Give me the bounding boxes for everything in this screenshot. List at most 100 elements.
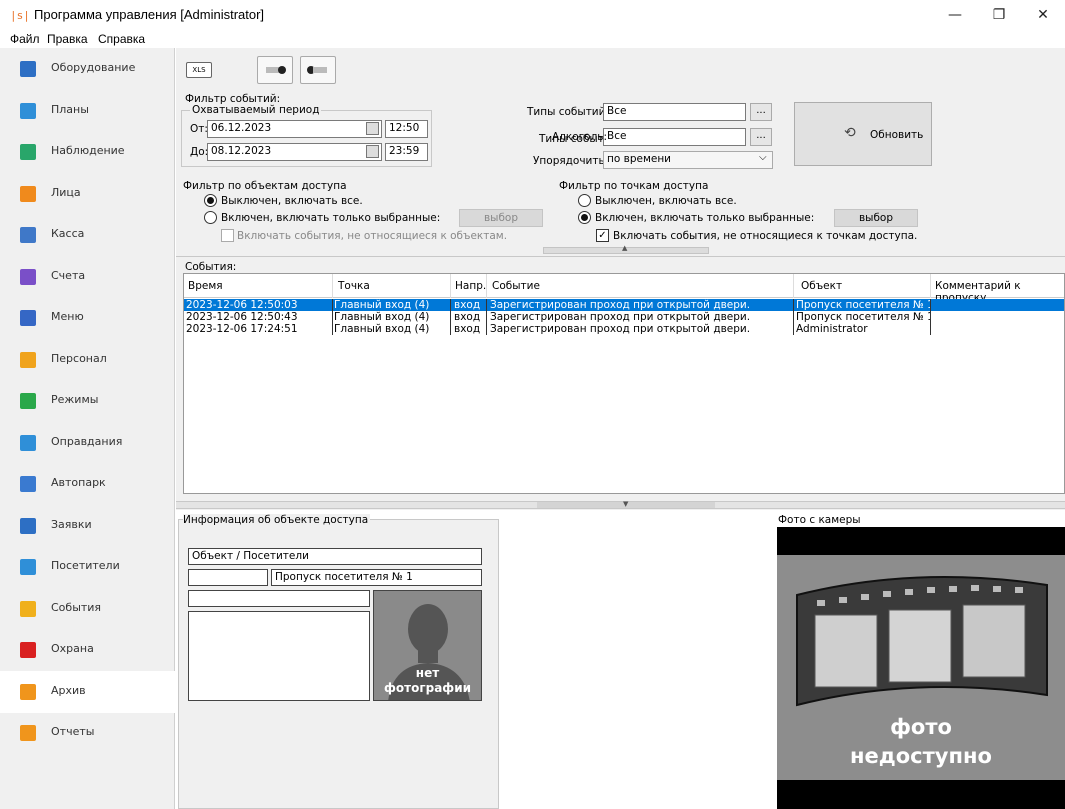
sidebar-item-15[interactable]: Архив <box>0 670 175 713</box>
visitors-icon <box>20 559 36 575</box>
sidebar-item-label: Режимы <box>51 393 99 406</box>
restore-button[interactable]: ❐ <box>977 0 1021 32</box>
sidebar: Оборудование Планы Наблюдение Лица Касса Счет… <box>0 48 175 809</box>
sidebar-item-2[interactable]: Наблюдение <box>0 131 175 173</box>
to-calendar-icon[interactable] <box>366 145 379 158</box>
sidebar-item-8[interactable]: Режимы <box>0 380 175 422</box>
table-cell: Главный вход (4) <box>334 311 430 323</box>
order-select[interactable]: по времени <box>603 151 773 169</box>
points-filter-title: Фильтр по точкам доступа <box>559 180 709 192</box>
points-select-button[interactable]: выбор <box>834 209 918 227</box>
column-time[interactable]: Время <box>188 280 223 292</box>
camera-right-icon[interactable] <box>300 56 336 84</box>
cell-separator <box>332 299 333 311</box>
alcohol-more-button[interactable]: ... <box>750 128 772 146</box>
cell-separator <box>486 299 487 311</box>
sidebar-item-label: Меню <box>51 310 84 323</box>
table-cell: Главный вход (4) <box>334 323 430 335</box>
menu-bar: Файл Правка Справка <box>0 32 1065 48</box>
alcohol-label: Алкоголь: <box>552 131 608 143</box>
sidebar-item-label: Архив <box>51 683 86 697</box>
objects-select-button[interactable]: выбор <box>459 209 543 227</box>
camera-left-icon[interactable] <box>257 56 293 84</box>
event-types-input[interactable]: Все <box>603 103 746 121</box>
points-include-label: Включать события, не относящиеся к точка… <box>613 230 918 242</box>
points-on-label: Включен, включать только выбранные: <box>595 212 815 224</box>
sidebar-item-label: Заявки <box>51 517 92 531</box>
sidebar-item-4[interactable]: Касса <box>0 214 175 256</box>
order-label: Упорядочить: <box>533 155 609 167</box>
alcohol-input[interactable]: Все <box>603 128 746 146</box>
monitor-icon <box>20 144 36 160</box>
points-on-radio[interactable] <box>578 211 591 224</box>
accounts-icon <box>20 268 36 285</box>
sidebar-item-10[interactable]: Автопарк <box>0 463 175 505</box>
staff-icon <box>20 351 36 368</box>
sidebar-item-label: Охрана <box>51 642 94 655</box>
table-row[interactable]: 2023-12-06 12:50:03 Главный вход (4) вход З… <box>184 299 1064 311</box>
export-xls-icon[interactable]: XLS <box>186 62 212 78</box>
table-cell: Зарегистрирован проход при открытой двер… <box>490 323 751 335</box>
to-date-input[interactable]: 08.12.2023 <box>207 143 382 161</box>
objects-on-radio[interactable] <box>204 211 217 224</box>
sidebar-item-0[interactable]: Оборудование <box>0 48 175 90</box>
sidebar-item-label: Оправдания <box>51 434 123 448</box>
table-row[interactable]: 2023-12-06 17:24:51 Главный вход (4) вход З… <box>184 323 1064 335</box>
menu-help[interactable]: Справка <box>98 32 145 46</box>
archive-icon <box>20 683 36 700</box>
events-grid: Время Точка Напр. Событие Объект Коммент… <box>183 273 1065 494</box>
events-bell-icon <box>20 600 36 617</box>
menu-edit[interactable]: Правка <box>47 32 88 46</box>
pass-name-field[interactable]: Пропуск посетителя № 1 <box>271 569 482 586</box>
camera-unavailable-line2: недоступно <box>850 744 992 768</box>
from-calendar-icon[interactable] <box>366 122 379 135</box>
sidebar-item-5[interactable]: Счета <box>0 256 175 298</box>
excuses-icon <box>20 434 36 451</box>
pass-number-field[interactable] <box>188 569 268 586</box>
to-time-input[interactable]: 23:59 <box>385 143 428 161</box>
table-row[interactable]: 2023-12-06 12:50:43 Главный вход (4) вход З… <box>184 311 1064 323</box>
column-point[interactable]: Точка <box>338 280 370 292</box>
cell-separator <box>793 311 794 323</box>
from-date-input[interactable]: 06.12.2023 <box>207 120 382 138</box>
object-type-field[interactable]: Объект / Посетители <box>188 548 482 565</box>
info-field-3[interactable] <box>188 590 370 607</box>
sidebar-item-13[interactable]: События <box>0 588 175 630</box>
objects-include-checkbox[interactable] <box>221 229 234 242</box>
objects-on-label: Включен, включать только выбранные: <box>221 212 441 224</box>
points-off-radio[interactable] <box>578 194 591 207</box>
sidebar-item-11[interactable]: Заявки <box>0 505 175 547</box>
column-event[interactable]: Событие <box>492 280 540 292</box>
cell-separator <box>332 311 333 323</box>
cell-separator <box>930 299 931 311</box>
info-notes-field[interactable] <box>188 611 370 701</box>
objects-off-radio[interactable] <box>204 194 217 207</box>
sidebar-item-label: Отчеты <box>51 725 95 738</box>
sidebar-item-9[interactable]: Оправдания <box>0 422 175 464</box>
close-button[interactable]: ✕ <box>1021 0 1065 32</box>
column-object[interactable]: Объект <box>801 280 842 292</box>
table-cell: 2023-12-06 12:50:43 <box>186 311 298 323</box>
menu-file[interactable]: Файл <box>10 32 40 46</box>
sidebar-item-label: События <box>51 600 102 614</box>
cell-separator <box>332 323 333 335</box>
points-off-label: Выключен, включать все. <box>595 195 737 207</box>
sidebar-item-7[interactable]: Персонал <box>0 339 175 381</box>
sidebar-item-3[interactable]: Лица <box>0 173 175 215</box>
divider <box>176 256 1065 257</box>
sidebar-item-6[interactable]: Меню <box>0 297 175 339</box>
from-time-input[interactable]: 12:50 <box>385 120 428 138</box>
sidebar-item-label: Наблюдение <box>51 144 125 157</box>
table-cell: вход <box>454 323 481 335</box>
column-direction[interactable]: Напр. <box>455 280 486 292</box>
points-include-checkbox[interactable]: ✓ <box>596 229 609 242</box>
table-cell <box>933 323 1064 335</box>
cashbox-icon <box>20 227 36 243</box>
sidebar-item-12[interactable]: Посетители <box>0 546 175 588</box>
sidebar-item-16[interactable]: Отчеты <box>0 712 175 754</box>
event-types-more-button[interactable]: ... <box>750 103 772 121</box>
table-cell: вход <box>454 311 481 323</box>
sidebar-item-14[interactable]: Охрана <box>0 629 175 671</box>
minimize-button[interactable]: — <box>933 0 977 32</box>
sidebar-item-1[interactable]: Планы <box>0 90 175 132</box>
